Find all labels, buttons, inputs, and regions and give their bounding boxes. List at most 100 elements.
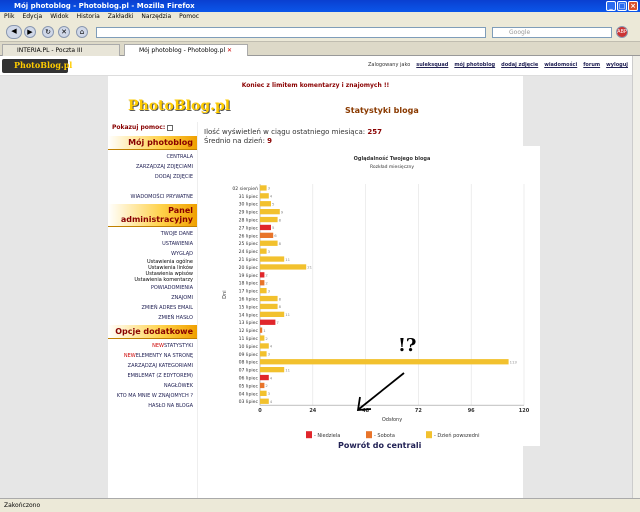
chart-bar — [260, 280, 265, 286]
sidebar-item-label: ZMIEŃ ADRES EMAIL — [141, 305, 193, 311]
sidebar-section-title: Mój photoblog — [108, 136, 197, 150]
home-button[interactable]: ⌂ — [76, 26, 88, 38]
new-badge: NEW — [123, 353, 136, 359]
sidebar-section-title: Panel administracyjny — [108, 204, 197, 227]
link-messages[interactable]: wiadomości — [544, 62, 577, 68]
legend-swatch — [426, 431, 432, 439]
close-button[interactable]: × — [628, 1, 638, 11]
logged-label: Zalogowany jako — [367, 62, 411, 68]
sidebar-item[interactable]: NAGŁÓWEK — [108, 381, 197, 391]
sidebar-item[interactable]: USTAWIENIA — [108, 239, 197, 249]
tab-photoblog[interactable]: Mój photoblog - Photoblog.pl ✕ — [124, 44, 248, 56]
menu-view[interactable]: Widok — [50, 13, 68, 21]
y-tick-label: 24 lipiec — [239, 249, 259, 255]
views-value: 257 — [367, 128, 382, 136]
sidebar-item[interactable]: NEWSTATYSTYKI — [108, 341, 197, 351]
maximize-button[interactable]: □ — [617, 1, 627, 11]
y-tick-label: 14 lipiec — [239, 312, 259, 318]
y-tick-label: 10 lipiec — [239, 344, 259, 350]
y-tick-label: 02 sierpień — [232, 185, 258, 192]
menu-help[interactable]: Pomoc — [179, 13, 199, 21]
annotation-text: !? — [398, 335, 416, 356]
sidebar-item-label: ZARZĄDZAJ ZDJĘCIAMI — [135, 164, 193, 170]
minimize-button[interactable]: _ — [606, 1, 616, 11]
chart-bar — [260, 303, 278, 310]
sidebar-item[interactable]: NEWELEMENTY NA STRONĘ — [108, 351, 197, 361]
sidebar-item[interactable]: ZARZĄDZAJ KATEGORIAMI — [108, 361, 197, 371]
y-axis-title: Dni — [222, 290, 228, 298]
window-title: Mój photoblog - Photoblog.pl - Mozilla F… — [14, 2, 195, 10]
y-tick-label: 17 lipiec — [239, 289, 259, 295]
chart-bar — [260, 359, 509, 365]
chart-bar — [260, 319, 276, 325]
chart-bar — [260, 264, 307, 270]
link-add-photo[interactable]: dodaj zdjęcie — [501, 62, 538, 68]
close-tab-icon[interactable]: ✕ — [227, 47, 232, 54]
menu-edit[interactable]: Edycja — [22, 13, 42, 21]
x-tick-label: 96 — [468, 408, 475, 414]
url-bar[interactable] — [96, 27, 486, 38]
x-tick-label: 120 — [519, 408, 530, 414]
vertical-scrollbar[interactable] — [632, 56, 640, 498]
sidebar-item[interactable]: CENTRALA — [108, 152, 197, 162]
avg-value: 9 — [267, 137, 273, 145]
menu-bookmarks[interactable]: Zakładki — [108, 13, 134, 21]
site-logo[interactable]: PhotoBlog.pl — [2, 59, 72, 73]
sidebar-item-label — [191, 184, 193, 190]
link-forum[interactable]: forum — [583, 62, 600, 68]
chart-bar — [260, 193, 269, 199]
legend-label: - Sobota — [374, 433, 395, 439]
username-link[interactable]: suleksquad — [416, 62, 448, 68]
sidebar-item[interactable]: WIADOMOŚCI PRYWATNE — [108, 192, 197, 202]
sidebar-item — [108, 182, 197, 192]
sidebar-item[interactable]: ZARZĄDZAJ ZDJĘCIAMI — [108, 162, 197, 172]
menu-file[interactable]: Plik — [4, 13, 14, 21]
sidebar-item[interactable]: TWOJE DANE — [108, 229, 197, 239]
sidebar-item[interactable]: ZNAJOMI — [108, 293, 197, 303]
adblock-icon[interactable]: ABP — [616, 26, 628, 38]
chart-bar — [260, 335, 265, 341]
y-tick-label: 20 lipiec — [239, 265, 259, 271]
status-bar: Zakończono — [0, 498, 640, 512]
sidebar-item-label: DODAJ ZDJĘCIE — [154, 174, 193, 180]
link-my-photoblog[interactable]: mój photoblog — [454, 62, 495, 68]
back-button[interactable]: ◀ — [6, 25, 22, 39]
tab-interia[interactable]: INTERIA.PL - Poczta III — [2, 44, 120, 56]
y-tick-label: 27 lipiec — [239, 225, 259, 231]
views-label: Ilość wyświetleń w ciągu ostatniego mies… — [204, 128, 366, 136]
y-tick-label: 11 lipiec — [239, 336, 259, 342]
stop-button[interactable]: ✕ — [58, 26, 70, 38]
legend-swatch — [306, 431, 312, 439]
y-tick-label: 06 lipiec — [239, 376, 259, 382]
reload-button[interactable]: ↻ — [42, 26, 54, 38]
help-toggle[interactable]: Pokazuj pomoc: — [108, 122, 197, 134]
page-content: PhotoBlog.pl Zalogowany jako suleksquad … — [0, 56, 632, 498]
back-to-central-link[interactable]: Powrót do centrali — [338, 441, 421, 450]
sidebar-item[interactable]: ZMIEŃ HASŁO — [108, 313, 197, 323]
sidebar-item[interactable]: ZMIEŃ ADRES EMAIL — [108, 303, 197, 313]
sidebar-item-label: POWIADOMIENIA — [150, 285, 193, 291]
sidebar-item[interactable]: EMBLEMAT (Z EDYTOREM) — [108, 371, 197, 381]
bar-value-label: 11 — [285, 257, 290, 262]
sidebar-item[interactable]: DODAJ ZDJĘCIE — [108, 172, 197, 182]
link-logout[interactable]: wyloguj — [606, 62, 628, 68]
y-tick-label: 19 lipiec — [239, 273, 259, 279]
menu-tools[interactable]: Narzędzia — [141, 13, 171, 21]
y-tick-label: 28 lipiec — [239, 218, 259, 224]
menu-history[interactable]: Historia — [77, 13, 100, 21]
help-checkbox[interactable] — [167, 124, 174, 131]
sidebar-item[interactable]: WYGLĄD — [108, 249, 197, 259]
notice-banner[interactable]: Koniec z limitem komentarzy i znajomych … — [108, 82, 523, 89]
bar-value-label: 21 — [307, 265, 312, 270]
forward-button[interactable]: ▶ — [24, 26, 36, 38]
page-title: Statystyki bloga — [345, 106, 419, 115]
sidebar-item[interactable]: KTO MA MNIE W ZNAJOMYCH ? — [108, 391, 197, 401]
sidebar-item[interactable]: HASŁO NA BLOGA — [108, 401, 197, 411]
chart-bar — [260, 185, 267, 191]
chart-bar — [260, 209, 280, 215]
search-input[interactable]: Google — [492, 27, 612, 38]
y-tick-label: 31 lipiec — [239, 194, 259, 200]
sidebar-item[interactable]: POWIADOMIENIA — [108, 283, 197, 293]
legend-swatch — [366, 431, 372, 439]
sidebar-section-title: Opcje dodatkowe — [108, 325, 197, 339]
